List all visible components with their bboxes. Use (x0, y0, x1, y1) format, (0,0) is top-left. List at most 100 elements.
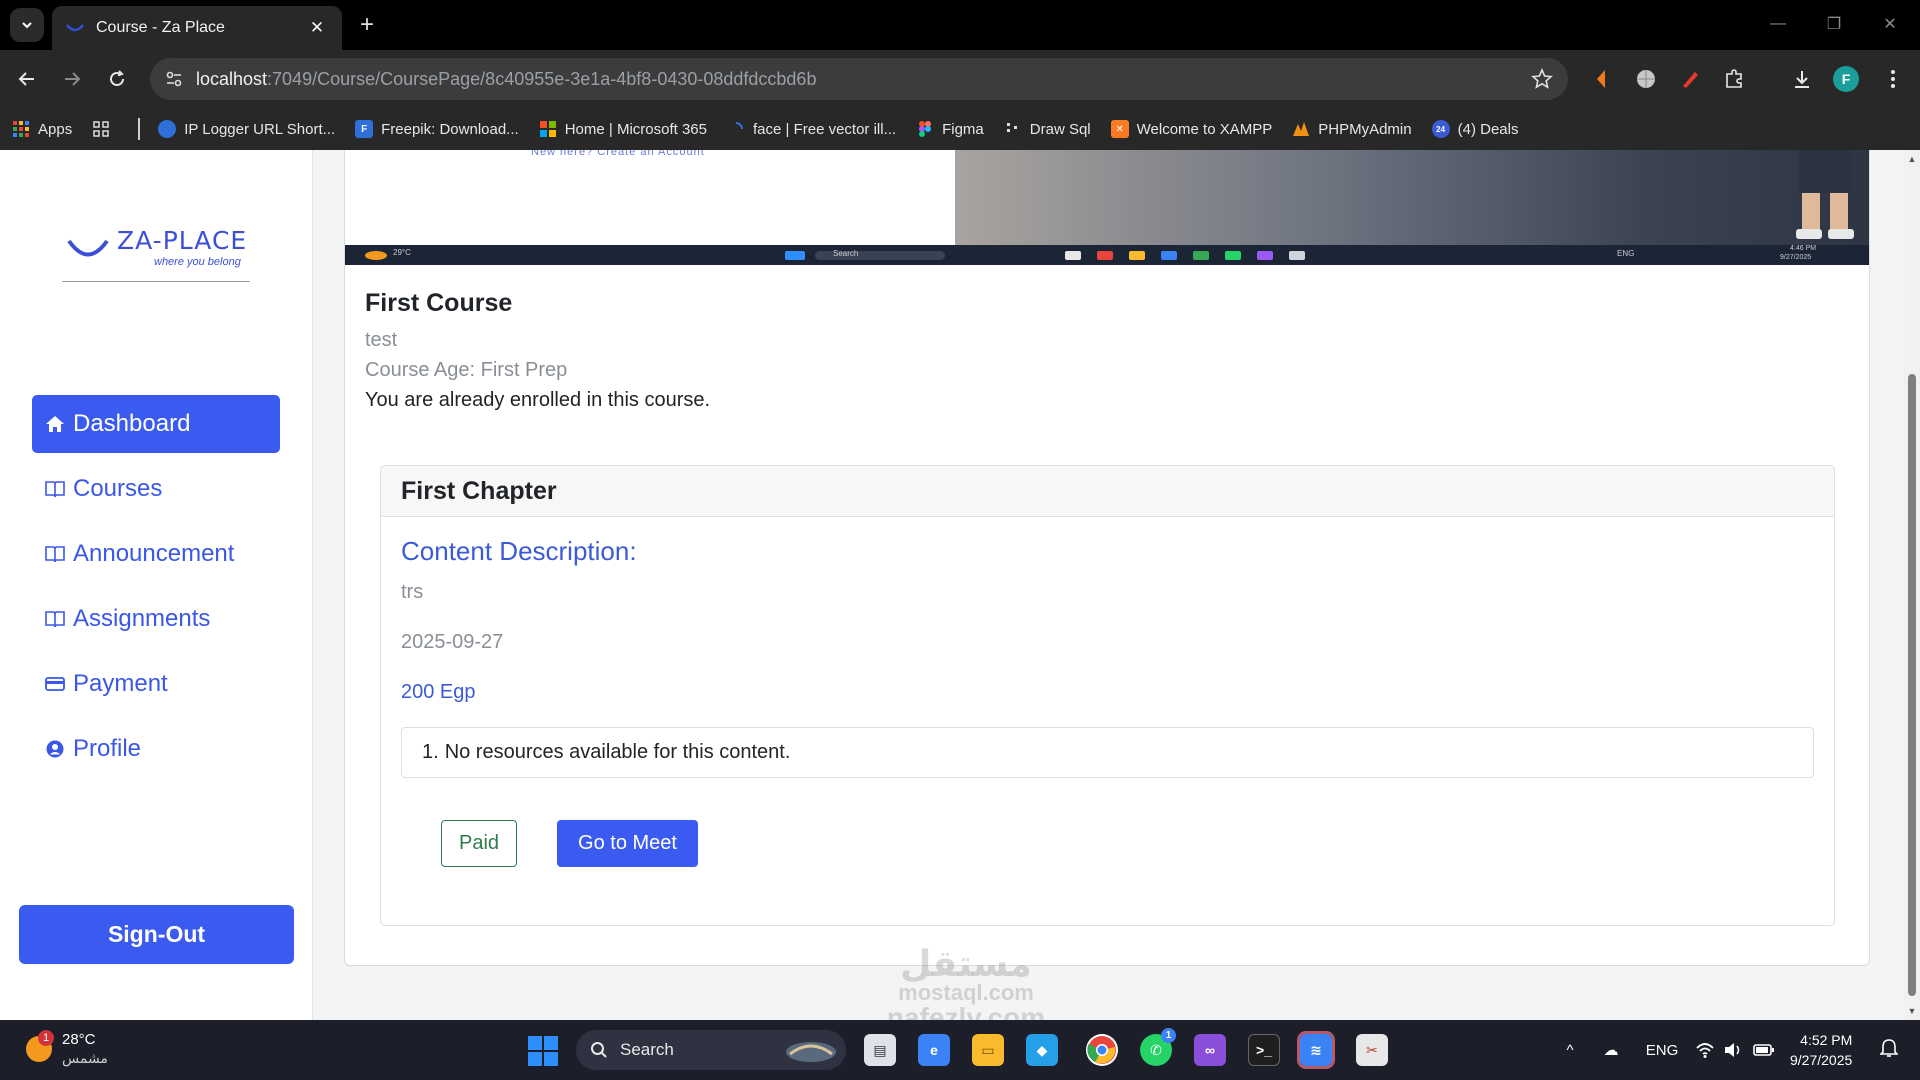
mini-app-icon (1129, 251, 1145, 260)
bookmark-face-vector[interactable]: face | Free vector ill... (727, 120, 896, 138)
banner-left-panel: New here? Create an Account (345, 150, 955, 245)
tray-language[interactable]: ENG (1644, 1038, 1680, 1062)
notification-bell-icon[interactable] (1879, 1038, 1900, 1060)
forward-button[interactable] (55, 62, 89, 96)
page-scrollbar[interactable]: ▲ ▼ (1904, 150, 1920, 1020)
taskbar-app-visual-studio-icon[interactable]: ∞ (1194, 1034, 1226, 1066)
mini-start-icon (785, 251, 805, 260)
browser-toolbar: localhost:7049/Course/CoursePage/8c40955… (0, 50, 1920, 108)
taskbar-app-store-icon[interactable]: ◆ (1026, 1034, 1058, 1066)
scroll-down-icon[interactable]: ▼ (1907, 1006, 1917, 1016)
arrow-right-icon (65, 72, 81, 86)
taskbar-app-chrome-icon[interactable] (1086, 1034, 1118, 1066)
sidebar-item-payment[interactable]: Payment (32, 655, 280, 713)
sidebar-item-courses[interactable]: Courses (32, 460, 280, 518)
taskbar-search[interactable]: Search (576, 1030, 846, 1070)
window-close-icon[interactable]: ✕ (1876, 12, 1904, 36)
back-button[interactable] (10, 62, 44, 96)
bookmark-deals[interactable]: 24 (4) Deals (1431, 120, 1518, 138)
content-heading: Content Description: (401, 536, 637, 566)
browser-tab-active[interactable]: Course - Za Place ✕ (52, 6, 342, 50)
arrow-left-icon (18, 72, 34, 86)
loading-icon (727, 120, 745, 138)
address-bar[interactable]: localhost:7049/Course/CoursePage/8c40955… (150, 58, 1568, 100)
site-info-icon[interactable] (162, 67, 186, 91)
new-tab-button[interactable]: + (352, 10, 382, 40)
taskbar-app-whatsapp-icon[interactable]: ✆ 1 (1140, 1028, 1176, 1066)
resources-message: No resources available for this content. (444, 741, 791, 763)
clock-time: 4:52 PM (1800, 1032, 1853, 1048)
taskbar-app-notepad-icon[interactable]: ▤ (864, 1034, 896, 1066)
mini-app-icon (1065, 251, 1081, 260)
bookmark-xampp[interactable]: ✕ Welcome to XAMPP (1110, 120, 1273, 138)
weather-sun-icon: 1 (26, 1030, 54, 1062)
scroll-thumb[interactable] (1908, 374, 1916, 996)
mini-app-icon (1193, 251, 1209, 260)
bookmark-microsoft-365[interactable]: Home | Microsoft 365 (539, 120, 707, 138)
tab-close-icon[interactable]: ✕ (306, 17, 328, 39)
taskbar-app-xampp-icon[interactable]: ≋ (1297, 1031, 1335, 1069)
reload-button[interactable] (100, 62, 134, 96)
browser-menu-icon[interactable] (1879, 65, 1907, 93)
taskbar-clock[interactable]: 4:52 PM 9/27/2025 (1790, 1030, 1852, 1070)
weather-widget[interactable]: 1 28°C مشمس (26, 1030, 108, 1067)
windows-logo-tile (544, 1052, 558, 1066)
sidebar-item-assignments[interactable]: Assignments (32, 590, 280, 648)
sidebar-item-announcement[interactable]: Announcement (32, 525, 280, 583)
course-description: test (365, 329, 398, 351)
signout-button[interactable]: Sign-Out (19, 905, 294, 964)
site-logo[interactable]: ZA-PLACE where you belong (62, 226, 252, 286)
bookmark-tab-groups[interactable] (92, 120, 118, 138)
url-host: localhost (196, 69, 268, 89)
bookmark-phpmyadmin[interactable]: PHPMyAdmin (1292, 120, 1412, 138)
mini-app-icon (1161, 251, 1177, 260)
figma-icon (916, 120, 934, 138)
scroll-up-icon[interactable]: ▲ (1907, 154, 1917, 164)
browser-tab-bar: Course - Za Place ✕ + — ❐ ✕ (0, 0, 1920, 50)
bookmark-star-icon[interactable] (1530, 67, 1554, 91)
start-button[interactable] (528, 1036, 558, 1066)
tray-chevron-up-icon[interactable]: ^ (1560, 1038, 1580, 1062)
tray-onedrive-icon[interactable]: ☁ (1598, 1038, 1624, 1062)
sidebar-item-profile[interactable]: Profile (32, 720, 280, 778)
extension-orange-icon[interactable] (1588, 65, 1616, 93)
mini-weather-icon (365, 251, 387, 260)
minimize-icon[interactable]: — (1764, 12, 1792, 36)
bookmark-label: Welcome to XAMPP (1136, 120, 1273, 138)
ip-logger-icon (158, 120, 177, 138)
resources-list-item: 1. No resources available for this conten… (401, 727, 1814, 778)
xampp-icon: ✕ (1110, 120, 1129, 138)
taskbar-app-terminal-icon[interactable]: >_ (1248, 1034, 1280, 1066)
extension-globe-icon[interactable] (1632, 65, 1660, 93)
taskbar-app-snipping-icon[interactable]: ✂ (1356, 1034, 1388, 1066)
taskbar-app-edge-icon[interactable]: e (918, 1034, 950, 1066)
bookmark-draw-sql[interactable]: Draw Sql (1004, 120, 1091, 138)
bookmark-ip-logger[interactable]: IP Logger URL Short... (158, 120, 335, 138)
volume-icon[interactable] (1722, 1038, 1744, 1062)
banner-photo (955, 150, 1869, 245)
windows-taskbar: 1 28°C مشمس Search ▤ e ▭ ◆ ✆ 1 ∞ >_ ≋ ✂ ^… (0, 1020, 1920, 1080)
tab-search-button[interactable] (10, 8, 44, 42)
profile-avatar[interactable]: F (1833, 66, 1859, 92)
sidebar-item-label: Dashboard (73, 410, 191, 437)
bookmark-figma[interactable]: Figma (916, 120, 984, 138)
book-icon (45, 609, 65, 629)
paid-button[interactable]: Paid (441, 820, 517, 867)
restore-icon[interactable]: ❐ (1820, 12, 1848, 36)
go-to-meet-button[interactable]: Go to Meet (557, 820, 698, 867)
extension-pen-icon[interactable] (1676, 65, 1704, 93)
course-banner-image: New here? Create an Account 29°C Search (345, 150, 1869, 265)
tab-groups-icon (92, 120, 110, 138)
taskbar-app-explorer-icon[interactable]: ▭ (972, 1034, 1004, 1066)
sidebar-item-label: Announcement (73, 540, 235, 567)
extensions-puzzle-icon[interactable] (1720, 65, 1748, 93)
wifi-icon[interactable] (1694, 1038, 1716, 1062)
microsoft-icon (539, 120, 557, 138)
banner-mini-taskbar: 29°C Search ENG 4:46 PM 9/27/2025 (345, 245, 1869, 265)
mini-temp-text: 29°C (393, 248, 411, 257)
download-icon[interactable] (1788, 65, 1816, 93)
bookmark-apps[interactable]: Apps (12, 120, 72, 138)
bookmark-freepik[interactable]: F Freepik: Download... (355, 120, 519, 138)
sidebar-item-dashboard[interactable]: Dashboard (32, 395, 280, 453)
battery-icon[interactable] (1752, 1038, 1776, 1062)
